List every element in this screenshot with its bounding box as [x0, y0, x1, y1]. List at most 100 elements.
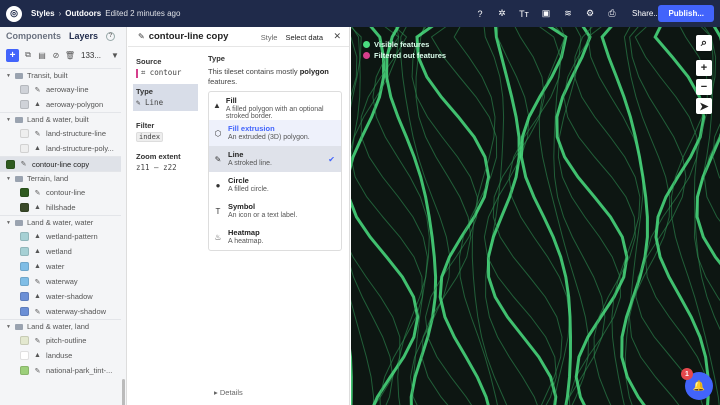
- notifications-button[interactable]: 🔔 1: [681, 368, 713, 400]
- map-canvas[interactable]: Visible features Filtered out features ⌕…: [351, 27, 720, 405]
- line-icon: ✎: [20, 161, 27, 168]
- print-icon[interactable]: ⎙: [606, 8, 618, 20]
- layer-item[interactable]: ▲ aeroway-polygon: [0, 97, 121, 112]
- delete-icon[interactable]: 🗑: [65, 50, 75, 60]
- layer-item[interactable]: ▲ landuse: [0, 348, 121, 363]
- layer-color-swatch: [20, 262, 29, 271]
- type-options-list: ▲ Fill A filled polygon with an optional s…: [208, 91, 342, 251]
- add-layer-button[interactable]: +: [6, 48, 19, 62]
- map-legend: Visible features Filtered out features: [363, 39, 446, 61]
- contour-lines: [351, 27, 720, 405]
- type-option-heatmap[interactable]: ♨ Heatmap A heatmap.: [209, 224, 341, 250]
- hide-icon[interactable]: ⊘: [51, 50, 61, 60]
- help-icon[interactable]: ?: [474, 8, 486, 20]
- layer-item[interactable]: ✎ aeroway-line: [0, 82, 121, 97]
- breadcrumb-style-name[interactable]: Outdoors: [65, 9, 101, 18]
- type-option-desc: A stroked line.: [228, 160, 272, 167]
- type-description: This tileset contains mostly polygon fea…: [208, 67, 329, 86]
- line-icon: ✎: [34, 278, 41, 286]
- source-value[interactable]: ⌗ contour: [136, 68, 200, 78]
- details-toggle[interactable]: ▸ Details: [214, 388, 243, 397]
- breadcrumb-styles[interactable]: Styles: [31, 9, 55, 18]
- line-icon: ✎: [34, 308, 41, 316]
- tab-layers[interactable]: Layers: [69, 31, 98, 41]
- tab-select-data[interactable]: Select data: [285, 33, 323, 42]
- help-icon[interactable]: ?: [106, 31, 116, 41]
- type-option-circle[interactable]: ● Circle A filled circle.: [209, 172, 341, 198]
- layer-item[interactable]: ✎ national-park_tint-...: [0, 363, 121, 378]
- layer-item[interactable]: ✎ waterway: [0, 274, 121, 289]
- chevron-down-icon: ▼: [6, 175, 11, 182]
- layer-item[interactable]: ✎ pitch-outline: [0, 333, 121, 348]
- layer-group[interactable]: ▼ Land & water, land: [0, 319, 121, 333]
- share-button[interactable]: Share...: [632, 8, 660, 20]
- mapbox-logo-icon[interactable]: ◎: [6, 5, 22, 22]
- type-option-fill[interactable]: ▲ Fill A filled polygon with an optional s…: [209, 92, 341, 120]
- layer-group[interactable]: ▼ Land & water, built: [0, 112, 121, 126]
- search-icon[interactable]: ⌕: [696, 35, 712, 51]
- filter-label: Filter: [136, 121, 155, 130]
- layer-group-label: Terrain, land: [26, 174, 69, 183]
- zoom-out-button[interactable]: −: [696, 79, 712, 95]
- tab-style[interactable]: Style: [261, 33, 278, 42]
- folder-icon: [14, 219, 23, 226]
- duplicate-icon[interactable]: ⧉: [23, 50, 33, 60]
- layer-editor-panel: ✎ contour-line copy Style Select data ✕ …: [128, 27, 350, 405]
- type-option-line[interactable]: ✎ Line A stroked line. ✔: [209, 146, 341, 172]
- layer-color-swatch: [6, 159, 15, 169]
- layer-label: hillshade: [46, 203, 76, 212]
- hillshade-icon: ▲: [34, 204, 41, 211]
- publish-button[interactable]: Publish...: [658, 5, 714, 22]
- zoom-extent-value[interactable]: z11 – z22: [136, 163, 200, 172]
- circle-icon: ●: [215, 181, 221, 190]
- filter-value[interactable]: index: [136, 132, 164, 142]
- type-option-name: Fill: [225, 96, 237, 105]
- type-option-name: Heatmap: [228, 228, 260, 237]
- layer-item-selected[interactable]: ✎ contour-line copy: [0, 156, 121, 171]
- layer-item[interactable]: ▲ land-structure-poly...: [0, 141, 121, 156]
- layers-scrollbar[interactable]: [122, 379, 125, 405]
- tab-components[interactable]: Components: [6, 31, 61, 41]
- fill-icon: ▲: [34, 233, 41, 240]
- chevron-down-icon: ▼: [6, 72, 11, 79]
- layer-label: pitch-outline: [46, 336, 87, 345]
- typography-icon[interactable]: Tт: [518, 8, 530, 20]
- layers-stack-icon[interactable]: ≋: [562, 8, 574, 20]
- layer-item[interactable]: ▲ water: [0, 259, 121, 274]
- zoom-in-button[interactable]: +: [696, 60, 712, 76]
- layer-group[interactable]: ▼ Transit, built: [0, 68, 121, 82]
- layer-item[interactable]: ▲ wetland-pattern: [0, 229, 121, 244]
- contour-line: [508, 27, 571, 405]
- images-icon[interactable]: ▣: [540, 8, 552, 20]
- chevron-down-icon: ▼: [6, 116, 11, 123]
- layer-name-title[interactable]: contour-line copy: [149, 31, 229, 42]
- type-option-desc: A filled polygon with an optional stroke…: [225, 106, 324, 120]
- details-label: Details: [219, 388, 243, 397]
- layer-item[interactable]: ✎ contour-line: [0, 185, 121, 200]
- zoom-extent-label: Zoom extent: [136, 152, 181, 161]
- legend-filtered-label: Filtered out features: [374, 51, 447, 60]
- layer-label: waterway: [46, 277, 78, 286]
- group-icon[interactable]: ▤: [37, 50, 47, 60]
- compass-icon[interactable]: ➤: [696, 98, 712, 114]
- filter-icon[interactable]: ▼: [111, 51, 119, 60]
- layer-item[interactable]: ▲ wetland: [0, 244, 121, 259]
- settings-sun-icon[interactable]: ✲: [496, 8, 508, 20]
- layer-group[interactable]: ▼ Terrain, land: [0, 171, 121, 185]
- type-option-fill-extrusion[interactable]: ⬡ Fill extrusion An extruded (3D) polygon.: [209, 120, 341, 146]
- type-property[interactable]: Type ✎ Line: [133, 84, 198, 111]
- symbol-icon: T: [215, 207, 221, 216]
- type-option-symbol[interactable]: T Symbol An icon or a text label.: [209, 198, 341, 224]
- layer-group-label: Land & water, built: [26, 115, 89, 124]
- layer-group[interactable]: ▼ Land & water, water: [0, 215, 121, 229]
- checkmark-icon: ✔: [328, 155, 335, 164]
- close-icon[interactable]: ✕: [333, 31, 341, 42]
- layer-label: waterway-shadow: [46, 307, 107, 316]
- layer-item[interactable]: ▲ hillshade: [0, 200, 121, 215]
- layer-label: contour-line: [46, 188, 86, 197]
- layer-item[interactable]: ▲ water-shadow: [0, 289, 121, 304]
- layer-item[interactable]: ✎ waterway-shadow: [0, 304, 121, 319]
- layer-item[interactable]: ✎ land-structure-line: [0, 126, 121, 141]
- gear-icon[interactable]: ⚙: [584, 8, 596, 20]
- contour-line: [486, 27, 558, 405]
